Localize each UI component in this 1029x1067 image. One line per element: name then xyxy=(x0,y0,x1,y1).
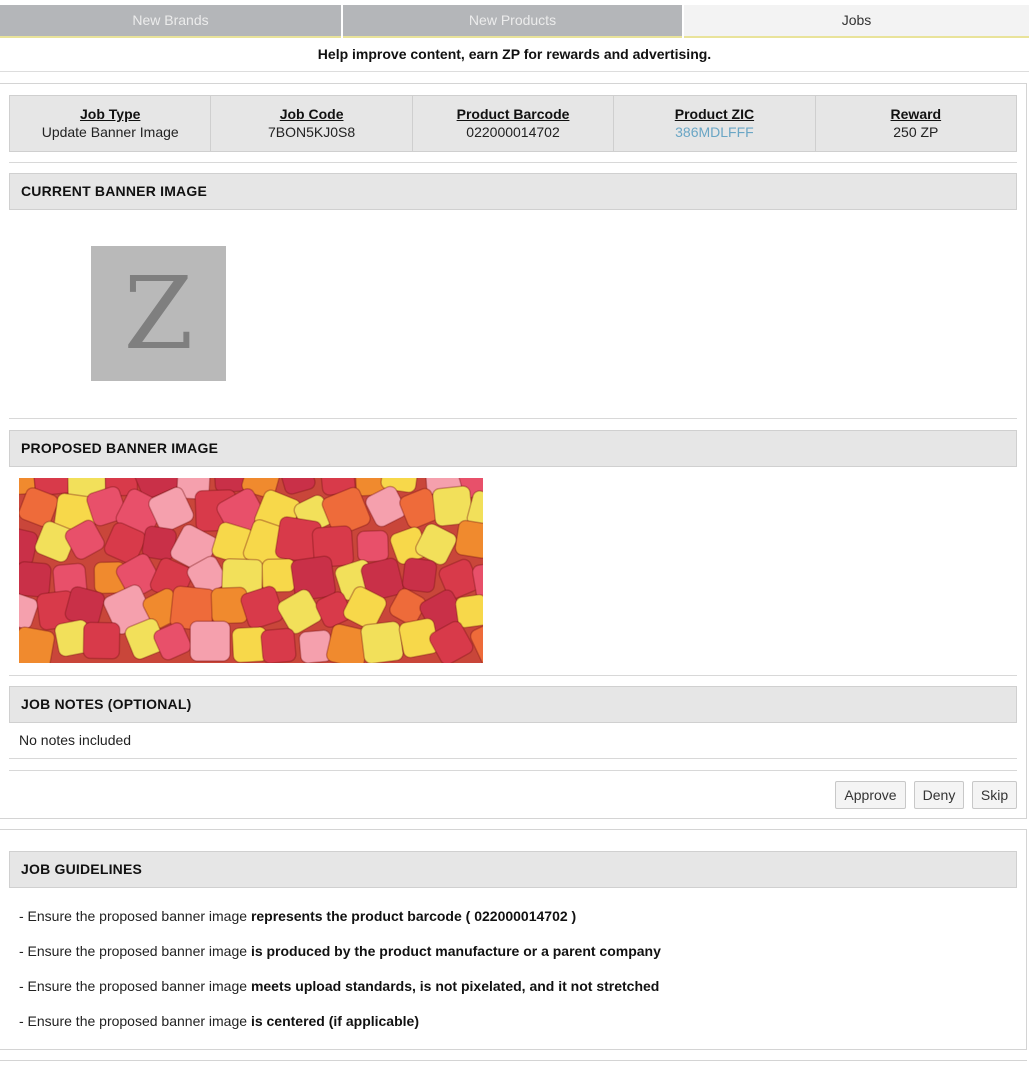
divider xyxy=(9,770,1017,771)
job-notes-text: No notes included xyxy=(19,732,132,748)
current-banner-heading: CURRENT BANNER IMAGE xyxy=(9,173,1017,210)
job-notes-heading: JOB NOTES (OPTIONAL) xyxy=(9,686,1017,723)
reward-value: 250 ZP xyxy=(893,124,939,140)
guideline-emphasis: is produced by the product manufacture o… xyxy=(250,943,661,959)
candy-piece xyxy=(260,627,297,663)
divider xyxy=(9,418,1017,419)
guideline-prefix: - Ensure the proposed banner image xyxy=(19,943,251,959)
guideline-item: - Ensure the proposed banner image is ce… xyxy=(19,1013,419,1029)
help-text: Help improve content, earn ZP for reward… xyxy=(317,46,712,62)
divider xyxy=(0,71,1029,72)
job-guidelines-heading: JOB GUIDELINES xyxy=(9,851,1017,888)
job-type-cell: Job Type Update Banner Image xyxy=(10,96,212,151)
guideline-prefix: - Ensure the proposed banner image xyxy=(19,908,251,924)
z-logo-icon: Z xyxy=(123,254,194,372)
job-panel: Job Type Update Banner Image Job Code 7B… xyxy=(0,83,1027,819)
guideline-item: - Ensure the proposed banner image is pr… xyxy=(19,943,661,959)
candy-piece xyxy=(19,626,56,663)
guideline-emphasis: is centered (if applicable) xyxy=(250,1013,419,1029)
job-code-cell: Job Code 7BON5KJ0S8 xyxy=(211,96,413,151)
guideline-emphasis: represents the product barcode ( 0220000… xyxy=(250,908,577,924)
job-type-header: Job Type xyxy=(79,106,141,122)
candy-photo xyxy=(19,478,483,663)
candy-piece xyxy=(189,620,231,662)
divider xyxy=(9,162,1017,163)
job-summary-table: Job Type Update Banner Image Job Code 7B… xyxy=(9,95,1017,152)
candy-piece xyxy=(401,557,438,593)
product-zic-link[interactable]: 386MDLFFF xyxy=(614,123,814,142)
job-code-header: Job Code xyxy=(279,106,344,122)
product-zic-cell: Product ZIC 386MDLFFF xyxy=(614,96,816,151)
guideline-item: - Ensure the proposed banner image repre… xyxy=(19,908,576,924)
reward-cell: Reward 250 ZP xyxy=(816,96,1016,151)
reward-header: Reward xyxy=(890,106,942,122)
candy-piece xyxy=(454,519,483,559)
candy-piece xyxy=(82,621,121,660)
product-barcode-header: Product Barcode xyxy=(456,106,570,122)
guideline-prefix: - Ensure the proposed banner image xyxy=(19,1013,251,1029)
guideline-item: - Ensure the proposed banner image meets… xyxy=(19,978,659,994)
proposed-banner-image xyxy=(19,478,483,663)
tab-new-brands[interactable]: New Brands xyxy=(0,5,341,38)
candy-piece xyxy=(360,620,404,663)
proposed-banner-heading: PROPOSED BANNER IMAGE xyxy=(9,430,1017,467)
job-type-value: Update Banner Image xyxy=(41,124,179,140)
approve-button[interactable]: Approve xyxy=(835,781,906,809)
tab-jobs[interactable]: Jobs xyxy=(684,5,1029,38)
product-zic-header: Product ZIC xyxy=(674,106,755,122)
guidelines-panel: JOB GUIDELINES - Ensure the proposed ban… xyxy=(0,829,1027,1050)
job-code-value: 7BON5KJ0S8 xyxy=(268,124,356,140)
deny-button[interactable]: Deny xyxy=(914,781,964,809)
candy-piece xyxy=(19,560,52,598)
guideline-emphasis: meets upload standards, is not pixelated… xyxy=(250,978,660,994)
top-tabs: New Brands New Products Jobs xyxy=(0,5,1029,38)
product-barcode-cell: Product Barcode 022000014702 xyxy=(413,96,615,151)
current-banner-image: Z xyxy=(91,246,226,381)
skip-button[interactable]: Skip xyxy=(972,781,1017,809)
guideline-prefix: - Ensure the proposed banner image xyxy=(19,978,251,994)
divider xyxy=(0,1060,1027,1061)
divider xyxy=(9,758,1017,759)
candy-piece xyxy=(356,529,390,563)
product-barcode-value: 022000014702 xyxy=(466,124,560,140)
divider xyxy=(9,675,1017,676)
tab-new-products[interactable]: New Products xyxy=(343,5,682,38)
